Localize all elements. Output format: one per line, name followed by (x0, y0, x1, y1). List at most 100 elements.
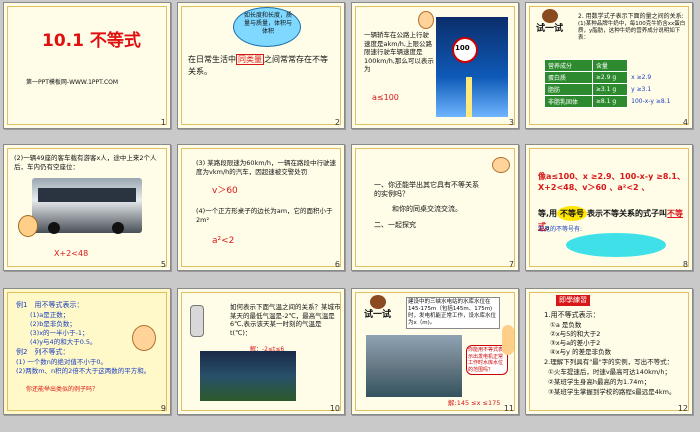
question-line-1: 一、你还能举出其它具有不等关系的实例吗？ (374, 181, 479, 198)
try-label: 试一试 (364, 310, 392, 320)
table-cell: x ≥2.9 (627, 71, 688, 84)
cartoon-character-icon (370, 295, 386, 309)
example-2-q2: (2)两数m、n积的2倍不大于这两数的平方和。 (16, 367, 151, 375)
slide-thumbnail-8[interactable]: 像a≤100、x ≥2.9、100-x-y ≥8.1、X+2<48、v＞60 、… (525, 144, 693, 271)
line1-highlight: 同类量 (236, 54, 264, 65)
table-cell: ≥2.9 g (591, 71, 629, 84)
examples-line: 像a≤100、x ≥2.9、100-x-y ≥8.1、X+2<48、v＞60 、… (538, 172, 685, 192)
cartoon-character-icon (492, 157, 510, 173)
table-cell: 100-x-y ≥8.1 (627, 95, 688, 108)
slide-number: 3 (508, 118, 514, 127)
table-cell: ≥3.1 g (591, 83, 629, 96)
exercise-2-item: ②某班学生身高h最高的为1.74m； (548, 378, 651, 386)
info-box: 建设中的三峡水电站的水库水位在145-175m（包括145m、175m)时，发电… (406, 297, 500, 329)
question-line-2: 和你的同桌交流交流。 (392, 205, 462, 213)
answer-3: v＞60 (212, 186, 238, 196)
slide-thumbnail-1[interactable]: 10.1 不等式 第一PPT模板网-WWW.1PPT.COM 1 (3, 2, 171, 129)
slide-problem-4: (4)一个正方形桌子的边长为am，它的面积小于2m² (196, 207, 333, 224)
table-cell: 非脂乳固体 (544, 95, 593, 108)
badge-inequality-sign: 不等号 (557, 206, 588, 221)
slide-number: 2 (334, 118, 340, 127)
cartoon-character-icon (502, 325, 514, 355)
slide-footer-text: 第一PPT模板网-WWW.1PPT.COM (26, 79, 119, 86)
example-1-item: (3)x的一半小于-1； (30, 329, 89, 337)
table-row: 脂肪 ≥3.1 g y ≥3.1 (544, 83, 688, 96)
highway-image: 100 (436, 17, 508, 117)
cartoon-character-icon (18, 215, 38, 237)
slide-number: 9 (160, 404, 166, 413)
note-text: 常见的不等号有: (538, 226, 583, 233)
bubble-text: 如长度和长度，质量与质量，体积与体积 (244, 12, 293, 35)
table-cell: 蛋白质 (544, 71, 593, 84)
exercise-item: ①a 是负数 (550, 321, 582, 329)
example-2-title: 例2 列不等式： (16, 348, 70, 356)
table-header-cell: 含量 (591, 59, 629, 72)
slide-thumbnail-3[interactable]: 100 一辆轿车在公路上行驶速度是akm/h,上限公路限速行驶车辆速度是100k… (351, 2, 519, 129)
try-label: 试一试 (536, 24, 564, 34)
exercise-item: ④x与y 的差是非负数 (550, 348, 612, 356)
exercise-2-item: ①火车提速后，时速v最高可达140km/h； (548, 368, 671, 376)
table-header-cell: 营养成分 (544, 59, 593, 72)
slide-text: (2)一辆49座的客车载有游客x人，途中上来2个人后，车内仍有空座位： (14, 154, 157, 171)
thermometer-icon (190, 305, 204, 337)
table-cell: 脂肪 (544, 83, 593, 96)
answer-4: a²<2 (212, 236, 235, 246)
definition-pre: 等,用 (538, 209, 558, 218)
slide-thumbnail-10[interactable]: 如何表示下面气温之间的关系？某城市某天的最低气温是-2℃，最高气温是6℃,表示该… (177, 288, 345, 415)
slide-thumbnail-9[interactable]: 例1 用不等式表示： (1)a是正数； (2)b是非负数； (3)x的一半小于-… (3, 288, 171, 415)
bus-windows (38, 188, 136, 202)
slide-text: 如何表示下面气温之间的关系？某城市某天的最低气温是-2℃，最高气温是6℃,表示该… (230, 303, 341, 337)
exercise-item: ②x与5的和大于2 (550, 330, 601, 338)
cartoon-character-icon (418, 11, 434, 29)
cartoon-character-icon (132, 325, 156, 351)
example-1-item: (4)y与4的和大于0.5。 (30, 338, 97, 346)
slide-subtext: (1)某种品牌牛奶中，每100克牛奶含xx蛋白质，y脂肪，这种牛奶的营养成分说明… (578, 21, 686, 41)
definition-mid: 表示不等关系的式子叫 (587, 209, 668, 218)
slide-number: 8 (682, 260, 688, 269)
slide-thumbnail-11[interactable]: 试一试 建设中的三峡水电站的水库水位在145-175m（包括145m、175m)… (351, 288, 519, 415)
exercise-2-title: 2.理解下列具有"最"字的实例，写出不等式： (544, 358, 674, 366)
slide-thumbnail-4[interactable]: 试一试 2. 用数学式子表示下面的量之间的关系: (1)某种品牌牛奶中，每100… (525, 2, 693, 129)
slide-problem-3: (3) 某路段限速为60km/h，一辆在路段中行驶速度为vkm/h的汽车，因超速… (196, 159, 336, 176)
cartoon-character-icon (542, 9, 558, 23)
example-1-item: (2)b是非负数； (30, 320, 76, 328)
slide-number: 10 (329, 404, 340, 413)
slide-frame (7, 6, 167, 125)
slide-sorter-grid: 10.1 不等式 第一PPT模板网-WWW.1PPT.COM 1 如长度和长度，… (0, 0, 700, 432)
table-header-row: 营养成分 含量 (544, 59, 688, 72)
table-header-cell (627, 59, 688, 72)
slide-thumbnail-6[interactable]: (3) 某路段限速为60km/h，一辆在路段中行驶速度为vkm/h的汽车，因超速… (177, 144, 345, 271)
slide-answer: 解:145 ≤x ≤175 (448, 399, 501, 407)
nutrition-table: 营养成分 含量 蛋白质 ≥2.9 g x ≥2.9 脂肪 ≥3.1 g y ≥3… (544, 59, 688, 108)
slide-title: 10.1 不等式 (42, 31, 141, 51)
slide-line1: 在日常生活中 同类量 之间常常存在不等 (188, 54, 328, 65)
line1-pre: 在日常生活中 (188, 55, 236, 64)
slide-thumbnail-7[interactable]: 一、你还能举出其它具有不等关系的实例吗？ 和你的同桌交流交流。 二、一起探究 7 (351, 144, 519, 271)
example-1-title: 例1 用不等式表示： (16, 301, 84, 309)
exercise-2-item: ③某班学生掌握到学校的路程s最远是4km。 (548, 388, 676, 396)
slide-thumbnail-5[interactable]: (2)一辆49座的客车载有游客x人，途中上来2个人后，车内仍有空座位： X+2<… (3, 144, 171, 271)
slide-number: 12 (677, 404, 688, 413)
slide-number: 11 (503, 404, 514, 413)
exercise-item: ③x与a的差小于2 (550, 339, 601, 347)
slide-answer: a≤100 (372, 93, 399, 102)
slide-line2: 关系。 (188, 67, 212, 76)
table-row: 非脂乳固体 ≥8.1 g 100-x-y ≥8.1 (544, 95, 688, 108)
exercise-title: 1.用不等式表示： (544, 311, 600, 319)
slide-thumbnail-2[interactable]: 如长度和长度，质量与质量，体积与体积 在日常生活中 同类量 之间常常存在不等 关系。… (177, 2, 345, 129)
section-heading: 二、一起探究 (374, 221, 416, 229)
wheel-icon (112, 222, 124, 234)
slide-number: 6 (334, 260, 340, 269)
example-2-q1: (1) 一个数n的绝对值不小于0。 (16, 358, 108, 366)
road-line (466, 77, 472, 117)
table-cell: ≥8.1 g (591, 95, 629, 108)
city-image (200, 351, 296, 401)
slide-answer: X+2<48 (54, 249, 89, 258)
dam-image (366, 335, 462, 397)
bus-image (32, 178, 142, 234)
hint-text: 你还能举出类似的例子吗？ (26, 386, 99, 393)
example-1-item: (1)a是正数； (30, 311, 70, 319)
slide-text: 一辆轿车在公路上行驶速度是akm/h,上限公路限速行驶车辆速度是100km/h,… (364, 31, 434, 73)
slide-thumbnail-12[interactable]: 即學練習 1.用不等式表示： ①a 是负数 ②x与5的和大于2 ③x与a的差小于… (525, 288, 693, 415)
table-row: 蛋白质 ≥2.9 g x ≥2.9 (544, 71, 688, 84)
